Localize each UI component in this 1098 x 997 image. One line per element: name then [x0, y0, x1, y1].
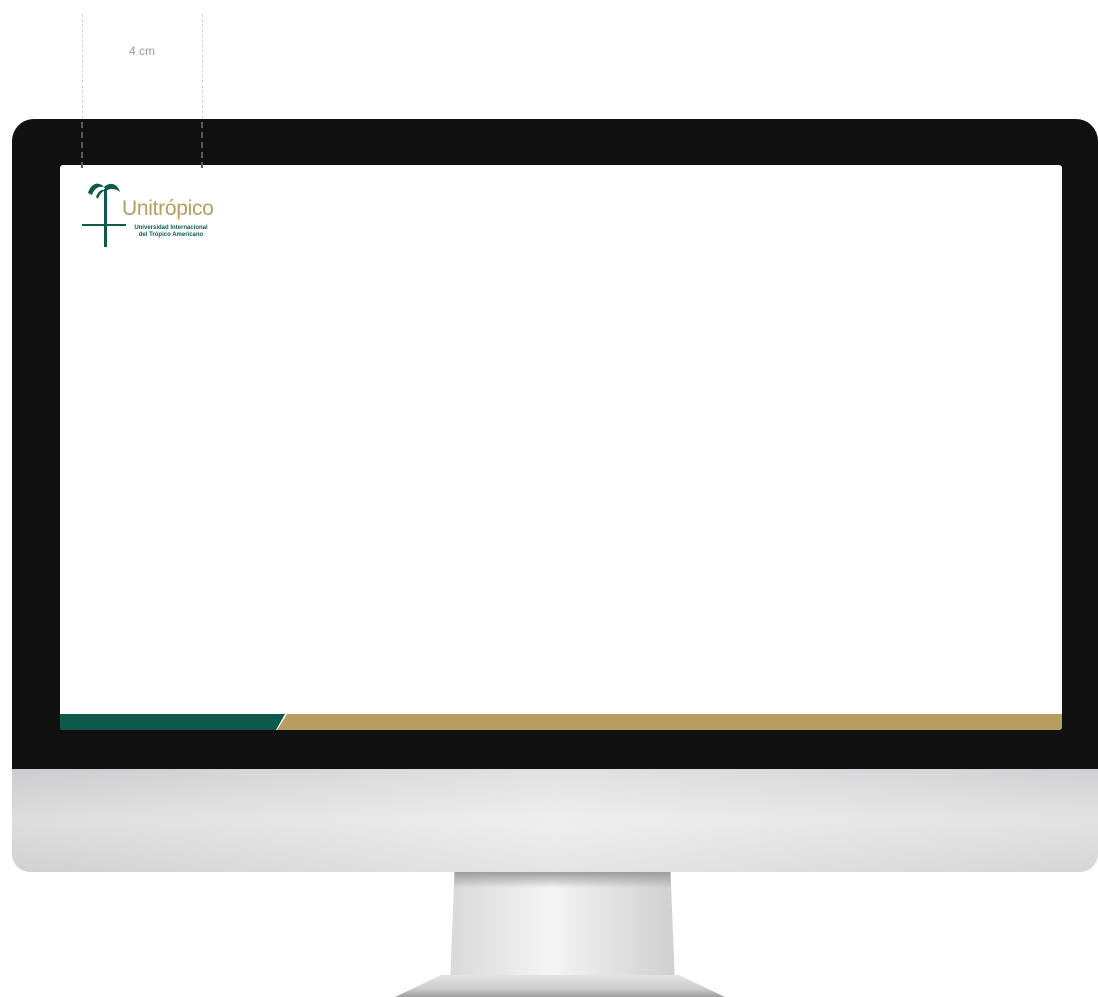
logo-wordmark: Unitrópico	[122, 197, 214, 220]
guide-measure-label: 4 cm	[128, 44, 155, 58]
logo-subtitle-line-2: del Trópico Americano	[138, 232, 204, 238]
monitor-stand	[450, 872, 675, 985]
footer-bar-green	[60, 714, 285, 730]
monitor-base	[395, 975, 725, 997]
guide-line-left-dark	[81, 122, 83, 168]
footer-bar-gold	[277, 714, 1062, 730]
monitor-chin	[12, 769, 1098, 872]
logo-subtitle: Universidad Internacional del Trópico Am…	[116, 225, 226, 239]
logo-subtitle-line-1: Universidad Internacional	[134, 225, 208, 231]
guide-line-right-dark	[201, 122, 203, 168]
unitropico-logo: Unitrópico Universidad Internacional del…	[82, 179, 242, 249]
monitor-screen: Unitrópico Universidad Internacional del…	[60, 165, 1062, 730]
